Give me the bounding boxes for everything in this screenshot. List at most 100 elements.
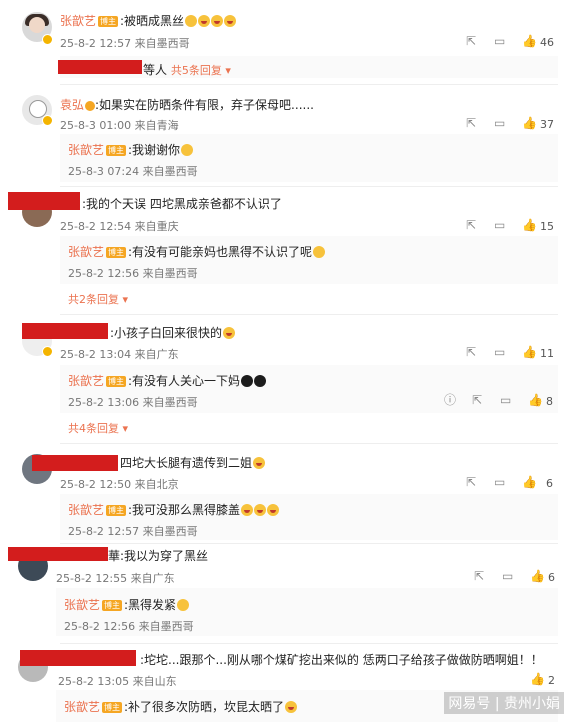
share-icon[interactable]: ⇱ <box>466 116 476 130</box>
comment-icon[interactable]: ▭ <box>494 218 505 232</box>
like-count: 37 <box>540 118 554 131</box>
comment-time: 25-8-3 01:00 来自青海 <box>60 119 179 132</box>
like-icon[interactable]: 👍 <box>522 34 537 48</box>
reply-username[interactable]: 张歆艺 <box>68 245 104 259</box>
like-icon[interactable]: 👍 <box>530 672 545 686</box>
laugh-emoji-icon <box>241 504 254 516</box>
comment-line: 四坨大长腿有遗传到二姐 <box>120 454 266 471</box>
share-icon[interactable]: ⇱ <box>466 218 476 232</box>
author-badge: 博主 <box>106 145 127 156</box>
reply-summary-line: 等人 共5条回复 ▾ <box>143 61 231 78</box>
laugh-emoji-icon <box>285 701 298 713</box>
comment-time: 25-8-2 12:54 来自重庆 <box>60 220 179 233</box>
laugh-emoji-icon <box>223 327 236 339</box>
comment-icon[interactable]: ▭ <box>494 345 505 359</box>
divider <box>60 84 558 85</box>
reply-text: :补了很多次防晒，坎昆太晒了 <box>124 700 285 714</box>
share-icon[interactable]: ⇱ <box>466 34 476 48</box>
like-icon[interactable]: 👍 <box>530 569 545 583</box>
comment-username[interactable]: 张歆艺 <box>60 14 96 28</box>
reply-username[interactable]: 张歆艺 <box>64 598 100 612</box>
redacted-name <box>32 455 118 471</box>
author-badge: 博主 <box>106 376 127 387</box>
author-badge: 博主 <box>102 702 123 713</box>
like-count: 6 <box>546 477 553 490</box>
more-replies-link[interactable]: 共2条回复 <box>68 293 119 306</box>
like-count: 11 <box>540 347 554 360</box>
reply-text: :黑得发紧 <box>124 598 177 612</box>
watermark: 网易号 | 贵州小娟 <box>444 692 564 714</box>
share-icon[interactable]: ⇱ <box>466 345 476 359</box>
author-badge: 博主 <box>102 600 123 611</box>
reply-text: :有没有人关心一下妈 <box>128 374 241 388</box>
reply-line: 张歆艺 博主:我谢谢你 <box>68 141 194 158</box>
redacted-name <box>20 650 136 666</box>
comment-time: 25-8-2 13:05 来自山东 <box>58 675 177 688</box>
reply-line: 张歆艺 博主:补了很多次防晒，坎昆太晒了 <box>64 698 298 715</box>
comment-line: 袁弘:如果实在防晒条件有限，弃子保母吧...... <box>60 96 314 113</box>
more-replies-link[interactable]: 共4条回复 <box>68 422 119 435</box>
comment-icon[interactable]: ▭ <box>502 569 513 583</box>
comment-text: :坨坨...跟那个...刚从哪个煤矿挖出来似的 恁两口子给孩子做做防晒啊姐！！ <box>140 653 543 667</box>
reply-time: 25-8-2 13:06 来自墨西哥 <box>68 396 198 409</box>
chevron-down-icon[interactable]: ▾ <box>222 64 231 77</box>
comment-line: :我的个天误 四坨黑成亲爸都不认识了 <box>82 195 282 212</box>
comment-icon[interactable]: ▭ <box>494 475 505 489</box>
laugh-emoji-icon <box>267 504 280 516</box>
share-icon[interactable]: ⇱ <box>466 475 476 489</box>
laugh-emoji-icon <box>224 15 237 27</box>
reply-text: :我可没那么黑得膝盖 <box>128 503 241 517</box>
comment-icon[interactable]: ▭ <box>494 34 505 48</box>
share-icon[interactable]: ⇱ <box>474 569 484 583</box>
reply-line: 张歆艺 博主:我可没那么黑得膝盖 <box>68 501 280 518</box>
like-icon[interactable]: 👍 <box>522 475 537 489</box>
verified-icon <box>42 115 53 126</box>
report-icon[interactable]: ⓘ <box>444 393 456 407</box>
divider <box>60 543 558 544</box>
verified-icon <box>42 34 53 45</box>
comment-text: 四坨大长腿有遗传到二姐 <box>120 456 253 470</box>
like-icon[interactable]: 👍 <box>522 218 537 232</box>
like-icon[interactable]: 👍 <box>522 345 537 359</box>
more-replies[interactable]: 共4条回复 ▾ <box>68 420 128 436</box>
laugh-emoji-icon <box>198 15 211 27</box>
eyes-emoji-icon <box>241 375 254 387</box>
laugh-emoji-icon <box>211 15 224 27</box>
reply-time: 25-8-2 12:56 来自墨西哥 <box>68 267 198 280</box>
sunglasses-emoji-icon <box>181 144 194 156</box>
laugh-emoji-icon <box>253 457 266 469</box>
reply-line: 张歆艺 博主:黑得发紧 <box>64 596 190 613</box>
comment-icon[interactable]: ▭ <box>500 393 511 407</box>
reply-username[interactable]: 张歆艺 <box>68 374 104 388</box>
chevron-down-icon[interactable]: ▾ <box>119 422 128 435</box>
comment-username[interactable]: 袁弘 <box>60 98 84 112</box>
author-badge: 博主 <box>106 247 127 258</box>
reply-time: 25-8-2 12:57 来自墨西哥 <box>68 525 198 538</box>
cat-emoji-icon <box>313 246 326 258</box>
like-icon[interactable]: 👍 <box>528 393 543 407</box>
reply-username[interactable]: 张歆艺 <box>64 700 100 714</box>
share-icon[interactable]: ⇱ <box>472 393 482 407</box>
like-count: 15 <box>540 220 554 233</box>
reply-summary-suffix: 等人 <box>143 63 168 77</box>
comment-line: 華:我以为穿了黑丝 <box>108 547 208 564</box>
more-replies-link[interactable]: 共5条回复 <box>171 64 222 77</box>
eyes-emoji-icon <box>254 375 267 387</box>
comment-text: :我的个天误 四坨黑成亲爸都不认识了 <box>82 197 282 211</box>
chevron-down-icon[interactable]: ▾ <box>119 293 128 306</box>
author-badge: 博主 <box>106 505 127 516</box>
reply-text: :我谢谢你 <box>128 143 181 157</box>
cat-emoji-icon <box>185 15 198 27</box>
comment-text: :被晒成黑丝 <box>120 14 185 28</box>
reply-line: 张歆艺 博主:有没有人关心一下妈 <box>68 372 267 389</box>
comment-time: 25-8-2 12:55 来自广东 <box>56 572 175 585</box>
redacted-name <box>8 192 80 210</box>
comment-line: :小孩子白回来很快的 <box>110 324 236 341</box>
like-icon[interactable]: 👍 <box>522 116 537 130</box>
comment-icon[interactable]: ▭ <box>494 116 505 130</box>
reply-username[interactable]: 张歆艺 <box>68 503 104 517</box>
divider <box>60 643 558 644</box>
reply-username[interactable]: 张歆艺 <box>68 143 104 157</box>
author-badge: 博主 <box>98 16 119 27</box>
more-replies[interactable]: 共2条回复 ▾ <box>68 291 128 307</box>
